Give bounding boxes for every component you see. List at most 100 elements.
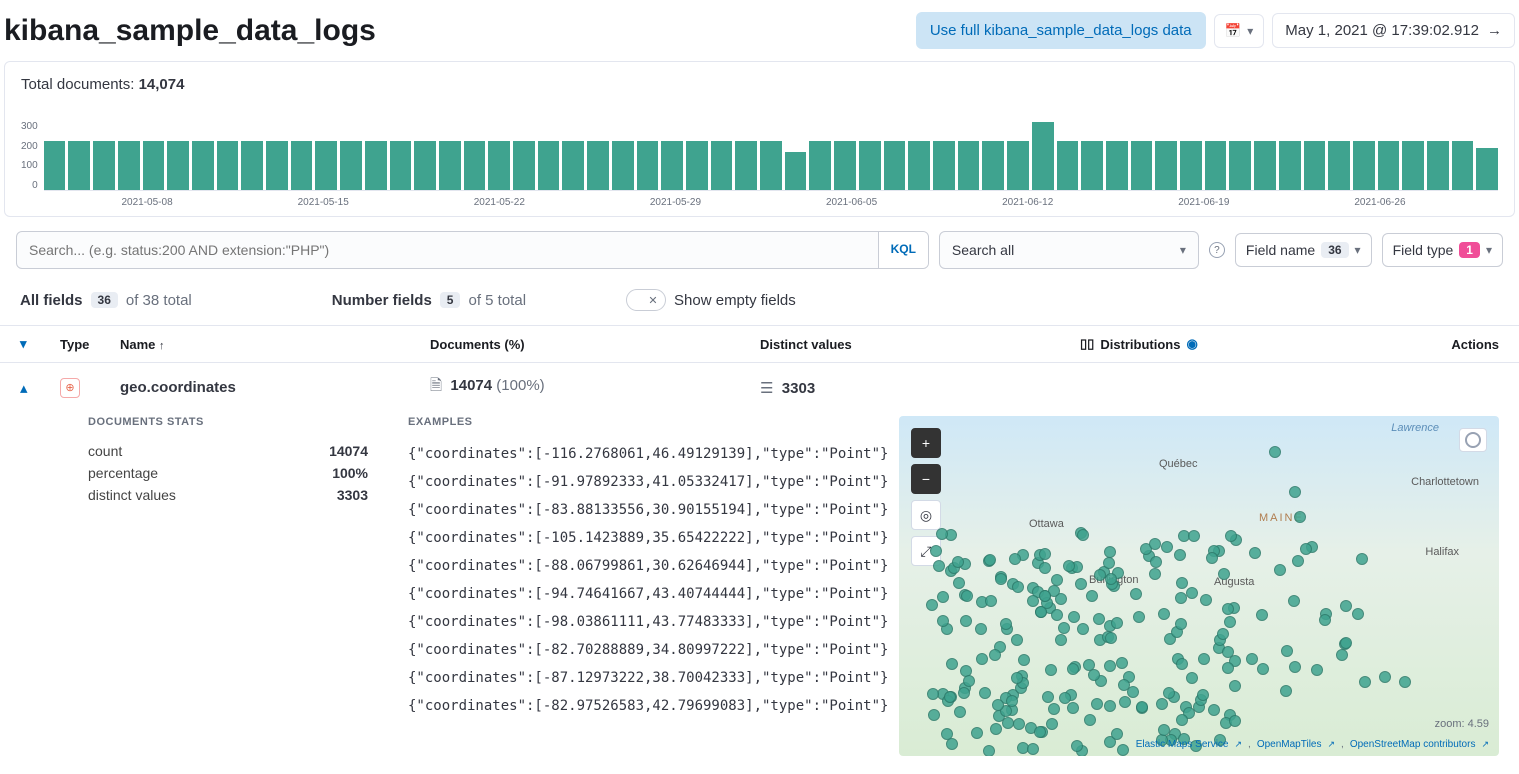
- map-data-point[interactable]: [1119, 696, 1131, 708]
- map-data-point[interactable]: [1048, 703, 1060, 715]
- map-data-point[interactable]: [1200, 594, 1212, 606]
- map-data-point[interactable]: [1174, 549, 1186, 561]
- col-distributions[interactable]: ▯▯ Distributions ◉: [1080, 336, 1429, 352]
- map-data-point[interactable]: [1222, 662, 1234, 674]
- map-data-point[interactable]: [1340, 600, 1352, 612]
- histogram-bar[interactable]: [1476, 148, 1498, 190]
- histogram-bar[interactable]: [1353, 141, 1375, 190]
- map-data-point[interactable]: [983, 745, 995, 756]
- map-data-point[interactable]: [1042, 691, 1054, 703]
- map-data-point[interactable]: [1094, 569, 1106, 581]
- histogram-bar[interactable]: [686, 141, 708, 190]
- map-data-point[interactable]: [946, 658, 958, 670]
- map-data-point[interactable]: [1046, 718, 1058, 730]
- map-data-point[interactable]: [1086, 590, 1098, 602]
- map-data-point[interactable]: [1340, 637, 1352, 649]
- map-data-point[interactable]: [1104, 660, 1116, 672]
- map-data-point[interactable]: [1186, 587, 1198, 599]
- histogram-bar[interactable]: [266, 141, 288, 190]
- map-data-point[interactable]: [1292, 555, 1304, 567]
- histogram-bar[interactable]: [1081, 141, 1103, 190]
- map-visualization[interactable]: + − ◎ ⤢ Lawrence Québec Charlottetown Ot…: [899, 416, 1499, 756]
- map-data-point[interactable]: [1222, 603, 1234, 615]
- map-data-point[interactable]: [1027, 595, 1039, 607]
- histogram-bar[interactable]: [760, 141, 782, 190]
- map-data-point[interactable]: [976, 653, 988, 665]
- map-data-point[interactable]: [928, 709, 940, 721]
- example-value[interactable]: {"coordinates":[-94.74641667,43.40744444…: [408, 580, 859, 608]
- map-data-point[interactable]: [1067, 663, 1079, 675]
- map-data-point[interactable]: [954, 706, 966, 718]
- map-data-point[interactable]: [960, 615, 972, 627]
- map-data-point[interactable]: [1067, 702, 1079, 714]
- map-data-point[interactable]: [1111, 617, 1123, 629]
- map-data-point[interactable]: [1289, 661, 1301, 673]
- histogram-bar[interactable]: [809, 141, 831, 190]
- map-data-point[interactable]: [1012, 581, 1024, 593]
- histogram-bar[interactable]: [933, 141, 955, 190]
- map-data-point[interactable]: [958, 687, 970, 699]
- map-data-point[interactable]: [926, 599, 938, 611]
- map-data-point[interactable]: [1051, 574, 1063, 586]
- date-range-picker[interactable]: May 1, 2021 @ 17:39:02.912 →: [1272, 13, 1515, 48]
- histogram-bar[interactable]: [1007, 141, 1029, 190]
- histogram-bar[interactable]: [587, 141, 609, 190]
- map-data-point[interactable]: [1068, 611, 1080, 623]
- histogram-bar[interactable]: [661, 141, 683, 190]
- attrib-osm[interactable]: OpenStreetMap contributors: [1350, 739, 1476, 750]
- map-data-point[interactable]: [1175, 618, 1187, 630]
- map-data-point[interactable]: [1105, 632, 1117, 644]
- map-data-point[interactable]: [952, 556, 964, 568]
- map-data-point[interactable]: [1084, 714, 1096, 726]
- histogram-bar[interactable]: [735, 141, 757, 190]
- map-data-point[interactable]: [1256, 609, 1268, 621]
- map-data-point[interactable]: [1034, 726, 1046, 738]
- col-distinct[interactable]: Distinct values: [760, 337, 1080, 352]
- map-data-point[interactable]: [1352, 608, 1364, 620]
- histogram-bar[interactable]: [1279, 141, 1301, 190]
- map-data-point[interactable]: [995, 573, 1007, 585]
- map-data-point[interactable]: [1045, 664, 1057, 676]
- histogram-bar[interactable]: [859, 141, 881, 190]
- map-data-point[interactable]: [1002, 717, 1014, 729]
- map-data-point[interactable]: [979, 687, 991, 699]
- zoom-in-button[interactable]: +: [911, 428, 941, 458]
- histogram-bar[interactable]: [785, 152, 807, 190]
- map-data-point[interactable]: [990, 723, 1002, 735]
- map-data-point[interactable]: [1075, 578, 1087, 590]
- example-value[interactable]: {"coordinates":[-91.97892333,41.05332417…: [408, 468, 859, 496]
- map-data-point[interactable]: [1039, 562, 1051, 574]
- map-data-point[interactable]: [1111, 728, 1123, 740]
- map-data-point[interactable]: [1058, 622, 1070, 634]
- histogram-bar[interactable]: [340, 141, 362, 190]
- map-data-point[interactable]: [984, 554, 996, 566]
- map-data-point[interactable]: [1176, 577, 1188, 589]
- map-data-point[interactable]: [1224, 616, 1236, 628]
- map-data-point[interactable]: [989, 649, 1001, 661]
- histogram-bar[interactable]: [217, 141, 239, 190]
- map-data-point[interactable]: [1229, 715, 1241, 727]
- map-data-point[interactable]: [1039, 590, 1051, 602]
- field-name-filter[interactable]: Field name 36 ▾: [1235, 233, 1372, 267]
- map-data-point[interactable]: [1077, 529, 1089, 541]
- map-data-point[interactable]: [1104, 546, 1116, 558]
- map-data-point[interactable]: [1051, 609, 1063, 621]
- histogram-bar[interactable]: [464, 141, 486, 190]
- histogram-bar[interactable]: [513, 141, 535, 190]
- histogram-bar[interactable]: [1032, 122, 1054, 190]
- col-type[interactable]: Type: [60, 337, 120, 352]
- map-data-point[interactable]: [1294, 511, 1306, 523]
- map-data-point[interactable]: [1217, 628, 1229, 640]
- map-data-point[interactable]: [1161, 541, 1173, 553]
- map-data-point[interactable]: [1013, 718, 1025, 730]
- search-field-select[interactable]: Search all ▾: [939, 231, 1199, 269]
- histogram-bars[interactable]: [44, 121, 1498, 191]
- histogram-bar[interactable]: [1131, 141, 1153, 190]
- histogram-bar[interactable]: [167, 141, 189, 190]
- map-data-point[interactable]: [1011, 634, 1023, 646]
- histogram-bar[interactable]: [315, 141, 337, 190]
- map-data-point[interactable]: [1198, 653, 1210, 665]
- eye-icon[interactable]: ◉: [1186, 336, 1197, 352]
- example-value[interactable]: {"coordinates":[-82.70288889,34.80997222…: [408, 636, 859, 664]
- map-data-point[interactable]: [1009, 553, 1021, 565]
